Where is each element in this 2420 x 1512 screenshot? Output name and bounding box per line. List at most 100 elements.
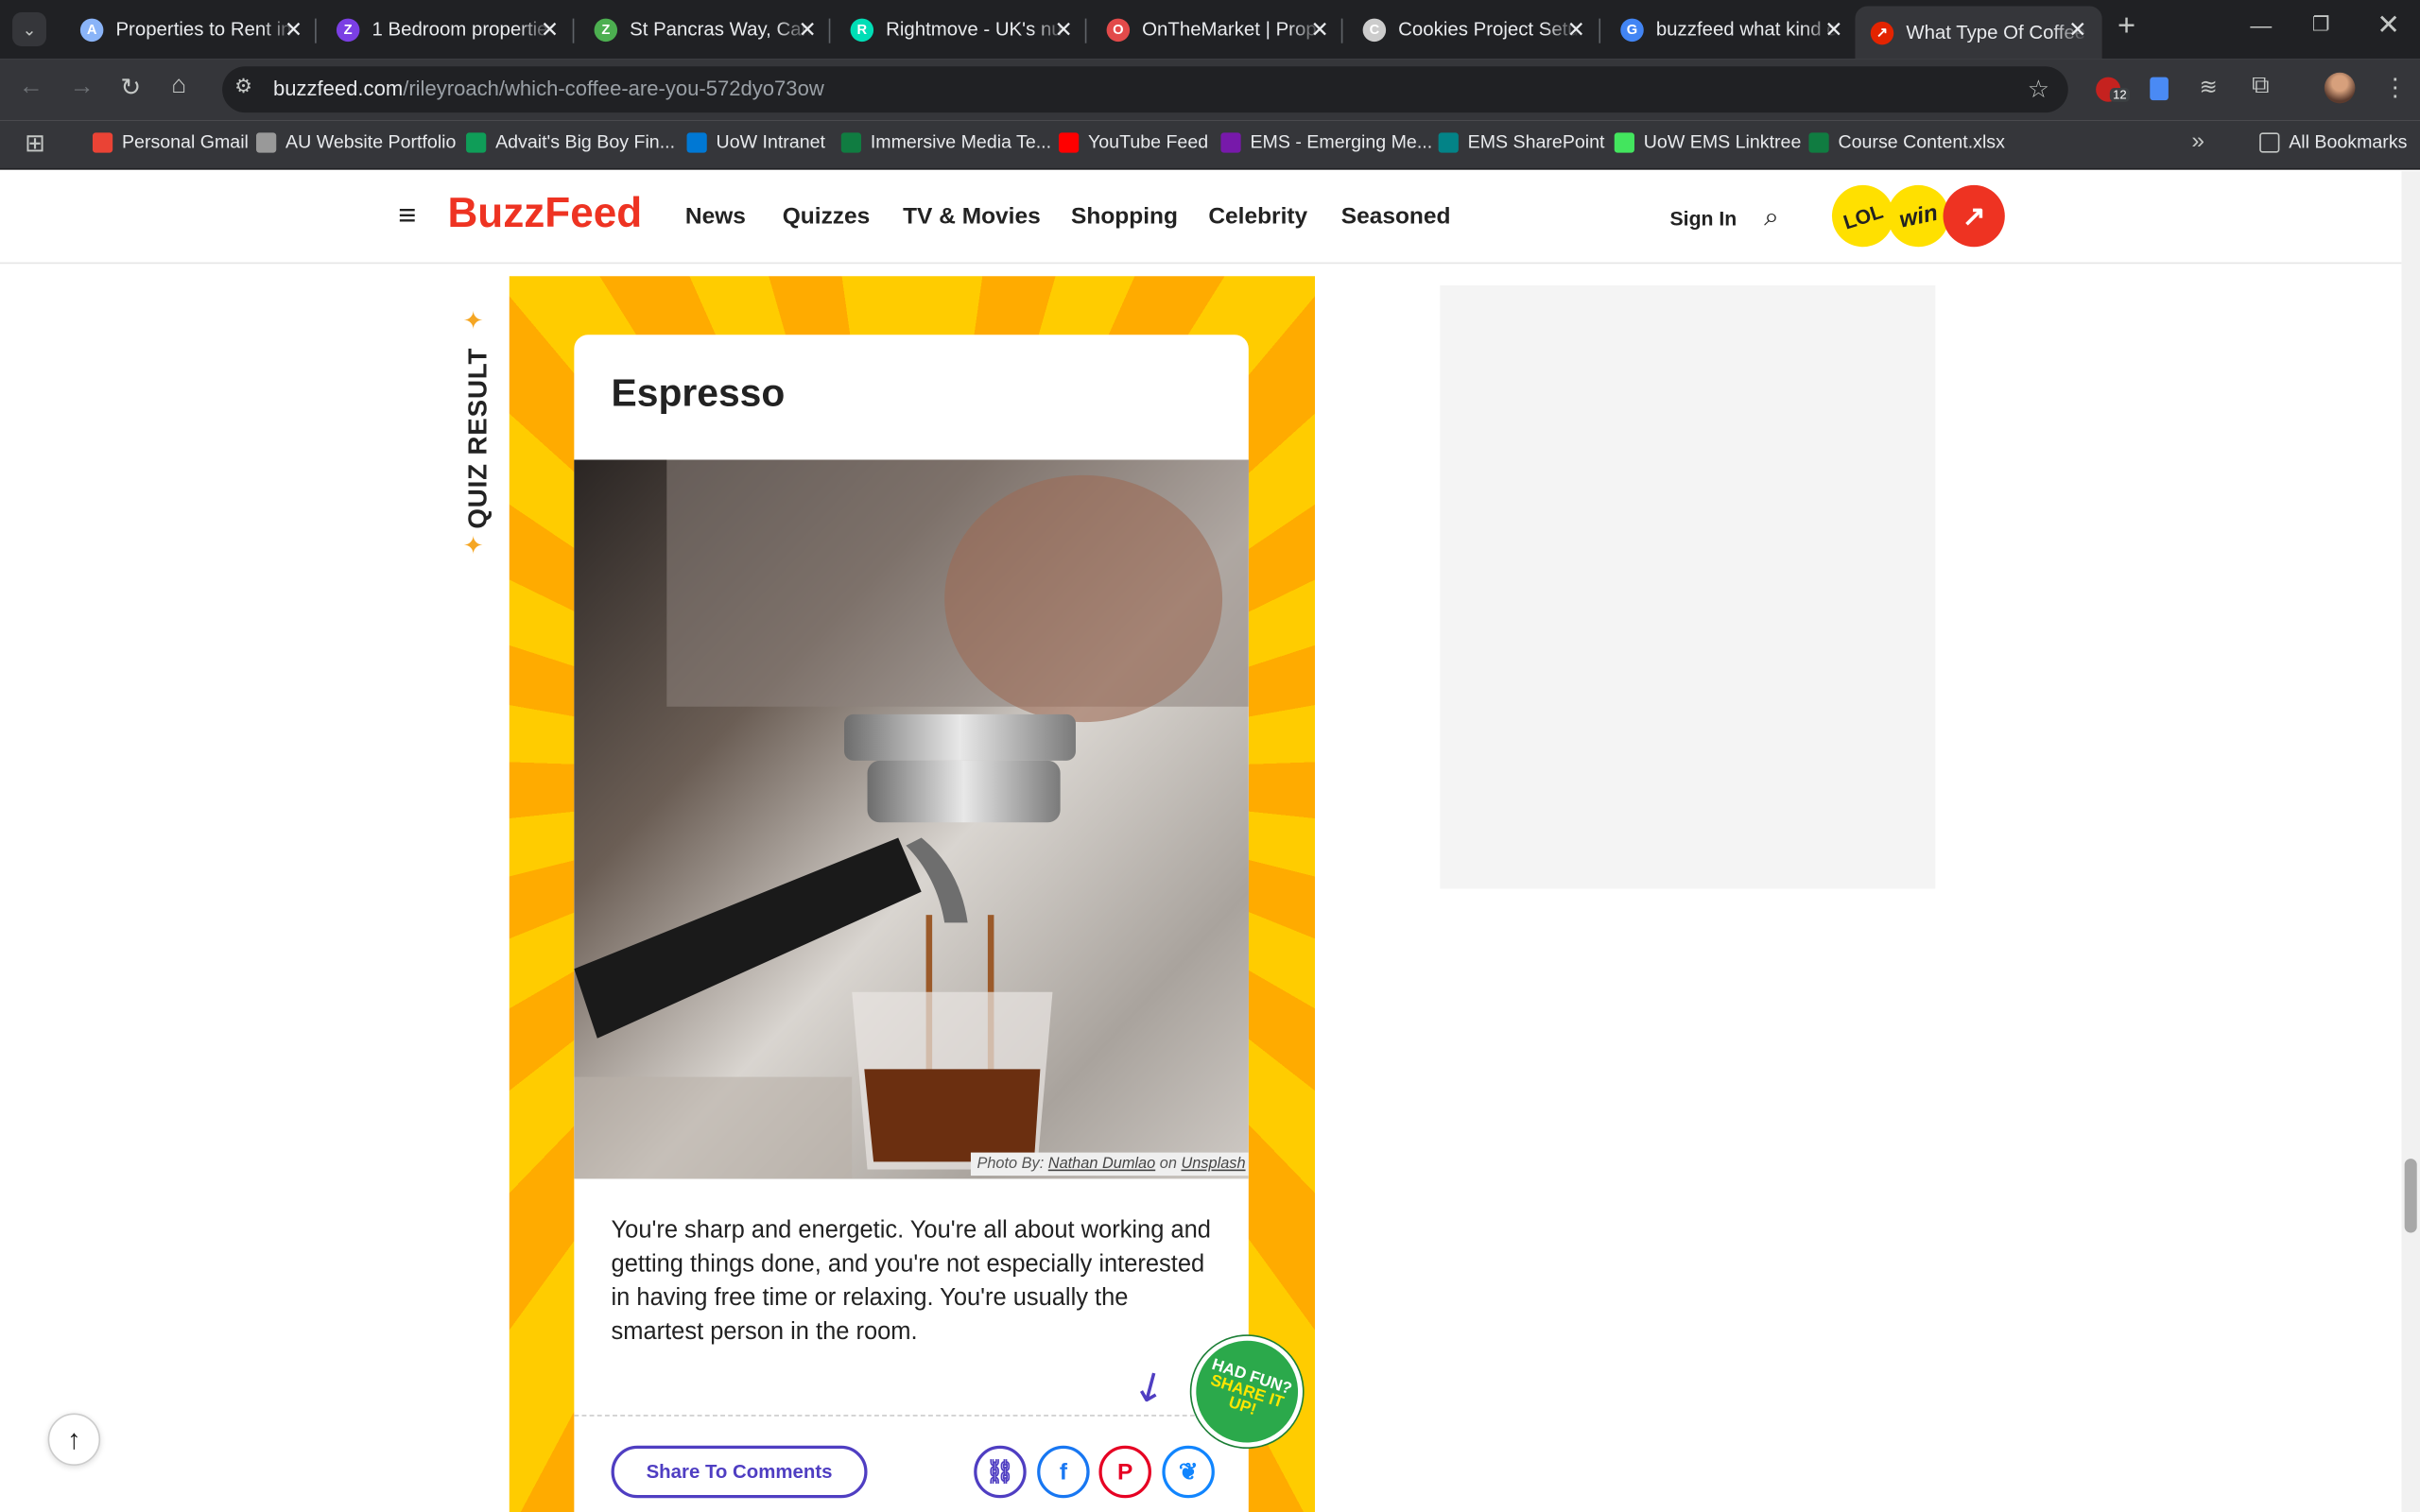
- quiz-result-card: Espresso Photo By: Nathan Dumlao on Unsp…: [574, 335, 1249, 1512]
- more-bookmarks-icon[interactable]: »: [2191, 129, 2204, 155]
- bookmark-item[interactable]: UoW EMS Linktree: [1614, 131, 1801, 153]
- bookmark-item[interactable]: Course Content.xlsx: [1808, 131, 2005, 153]
- scrollbar-thumb[interactable]: [2404, 1159, 2417, 1233]
- tab-title: Cookies Project Setu: [1398, 18, 1579, 41]
- tab-close-icon[interactable]: ✕: [1055, 17, 1073, 43]
- folder-icon: [2259, 131, 2280, 152]
- tab-strip: ⌄ A Properties to Rent in ✕ Z 1 Bedroom prop…: [0, 0, 2420, 60]
- tab-favicon-icon: ↗: [1870, 21, 1894, 44]
- bookmark-item[interactable]: Immersive Media Te...: [840, 130, 1052, 153]
- database-extension-icon[interactable]: ≋: [2200, 74, 2218, 100]
- extensions-puzzle-icon[interactable]: ⧉: [2252, 73, 2270, 100]
- bookmark-item[interactable]: AU Website Portfolio: [256, 131, 456, 153]
- bookmark-favicon-icon: [92, 131, 113, 152]
- search-icon[interactable]: ⌕: [1764, 202, 1779, 233]
- browser-tab[interactable]: Z 1 Bedroom propertie ✕: [321, 7, 575, 53]
- facebook-icon[interactable]: f: [1037, 1445, 1090, 1499]
- bluesky-icon[interactable]: ❦: [1162, 1445, 1215, 1499]
- bookmark-item[interactable]: EMS SharePoint: [1438, 130, 1605, 153]
- restore-icon[interactable]: ❐: [2312, 12, 2330, 37]
- copy-link-icon[interactable]: ⛓: [974, 1445, 1027, 1499]
- minimize-icon[interactable]: —: [2250, 12, 2272, 37]
- bookmark-favicon-icon: [1058, 131, 1080, 152]
- browser-toolbar: ← → ↻ ⌂ ⚙ buzzfeed.com/rileyroach/which-…: [0, 59, 2420, 121]
- profile-avatar[interactable]: [2324, 72, 2356, 104]
- bookmark-label: AU Website Portfolio: [285, 130, 457, 153]
- star-icon: ✦: [462, 533, 484, 560]
- tab-title: OnTheMarket | Prop: [1142, 18, 1317, 41]
- bookmark-star-icon[interactable]: ☆: [2028, 74, 2049, 105]
- tab-title: St Pancras Way, Cam: [630, 18, 812, 41]
- bookmark-item[interactable]: UoW Intranet: [686, 131, 825, 153]
- bookmark-favicon-icon: [686, 131, 707, 152]
- browser-tab[interactable]: Gbuzzfeed what kind o ✕: [1605, 7, 1858, 53]
- extension-adblock-icon[interactable]: 12: [2096, 77, 2130, 102]
- tab-close-icon[interactable]: ✕: [1567, 17, 1585, 43]
- bookmark-label: Immersive Media Te...: [870, 130, 1052, 153]
- page-scrollbar[interactable]: [2401, 171, 2420, 1512]
- buzzfeed-logo[interactable]: BuzzFeed: [447, 190, 642, 238]
- url-text[interactable]: buzzfeed.com/rileyroach/which-coffee-are…: [273, 77, 824, 100]
- tab-close-icon[interactable]: ✕: [1311, 17, 1329, 43]
- browser-tab[interactable]: C Cookies Project Setu ✕: [1347, 7, 1600, 53]
- pinterest-icon[interactable]: P: [1098, 1445, 1151, 1499]
- bookmark-item[interactable]: YouTube Feed: [1058, 130, 1209, 153]
- bookmark-item[interactable]: Advait's Big Boy Fin...: [466, 131, 675, 153]
- forward-arrow-icon[interactable]: →: [69, 74, 94, 101]
- tab-close-icon[interactable]: ✕: [541, 17, 559, 43]
- browser-tab[interactable]: R Rightmove - UK's nu ✕: [835, 7, 1088, 53]
- tab-search-icon[interactable]: ⌄: [12, 12, 46, 46]
- nav-quizzes[interactable]: Quizzes: [783, 204, 871, 231]
- espresso-photo-illustration: [574, 459, 1249, 1179]
- nav-celebrity[interactable]: Celebrity: [1208, 204, 1307, 231]
- reload-icon[interactable]: ↻: [120, 73, 141, 104]
- tab-title: Rightmove - UK's nu: [886, 18, 1063, 41]
- bookmark-item[interactable]: EMS - Emerging Me...: [1220, 131, 1432, 153]
- tab-close-icon[interactable]: ✕: [2068, 17, 2086, 43]
- tab-close-icon[interactable]: ✕: [799, 17, 817, 43]
- quiz-result-label: ✦ QUIZ RESULT ✦: [463, 305, 494, 568]
- menu-kebab-icon[interactable]: ⋮: [2383, 73, 2408, 104]
- sign-in-link[interactable]: Sign In: [1670, 207, 1737, 230]
- tab-title: What Type Of Coffee: [1906, 21, 2086, 43]
- back-to-top-button[interactable]: ↑: [47, 1413, 101, 1467]
- tab-favicon-icon: R: [850, 17, 874, 42]
- trending-badge-icon[interactable]: ↗: [1943, 184, 2005, 248]
- tab-favicon-icon: Z: [594, 17, 618, 42]
- bookmark-favicon-icon: [1614, 131, 1634, 152]
- address-bar[interactable]: ⚙ buzzfeed.com/rileyroach/which-coffee-a…: [222, 66, 2068, 113]
- photographer-link[interactable]: Nathan Dumlao: [1048, 1156, 1155, 1173]
- new-tab-plus-icon[interactable]: +: [2118, 9, 2135, 45]
- home-icon[interactable]: ⌂: [171, 73, 186, 100]
- nav-shopping[interactable]: Shopping: [1071, 204, 1178, 231]
- bookmark-item[interactable]: Personal Gmail: [92, 131, 249, 153]
- tab-close-icon[interactable]: ✕: [285, 17, 302, 43]
- back-arrow-icon[interactable]: ←: [19, 74, 43, 101]
- bookmark-favicon-icon: [1220, 131, 1241, 152]
- tab-separator: [828, 18, 831, 43]
- docs-extension-icon[interactable]: [2150, 77, 2169, 101]
- bookmark-label: YouTube Feed: [1088, 130, 1209, 153]
- tab-separator: [572, 18, 575, 43]
- bookmark-label: EMS SharePoint: [1467, 130, 1605, 153]
- quiz-result-text: QUIZ RESULT: [462, 347, 493, 529]
- browser-tab[interactable]: A Properties to Rent in ✕: [65, 7, 319, 53]
- all-bookmarks-folder[interactable]: All Bookmarks: [2259, 131, 2407, 153]
- tab-favicon-icon: C: [1362, 17, 1387, 42]
- close-window-icon[interactable]: ✕: [2377, 9, 2400, 42]
- browser-tab[interactable]: Z St Pancras Way, Cam ✕: [579, 7, 832, 53]
- hamburger-menu-icon[interactable]: ≡: [398, 200, 416, 232]
- site-info-icon[interactable]: ⚙: [234, 74, 252, 98]
- nav-tv-movies[interactable]: TV & Movies: [903, 204, 1041, 231]
- bookmark-label: Advait's Big Boy Fin...: [495, 130, 676, 153]
- unsplash-link[interactable]: Unsplash: [1181, 1156, 1245, 1173]
- nav-seasoned[interactable]: Seasoned: [1341, 204, 1451, 231]
- nav-news[interactable]: News: [685, 204, 746, 231]
- photo-credit: Photo By: Nathan Dumlao on Unsplash: [970, 1152, 1249, 1177]
- browser-tab[interactable]: O OnTheMarket | Prop ✕: [1091, 7, 1344, 53]
- apps-grid-icon[interactable]: ⊞: [25, 129, 45, 160]
- share-to-comments-button[interactable]: Share To Comments: [611, 1445, 868, 1499]
- tab-close-icon[interactable]: ✕: [1824, 17, 1842, 43]
- browser-tab[interactable]: ↗ What Type Of Coffee ✕: [1855, 6, 2102, 60]
- bookmark-favicon-icon: [1808, 131, 1829, 152]
